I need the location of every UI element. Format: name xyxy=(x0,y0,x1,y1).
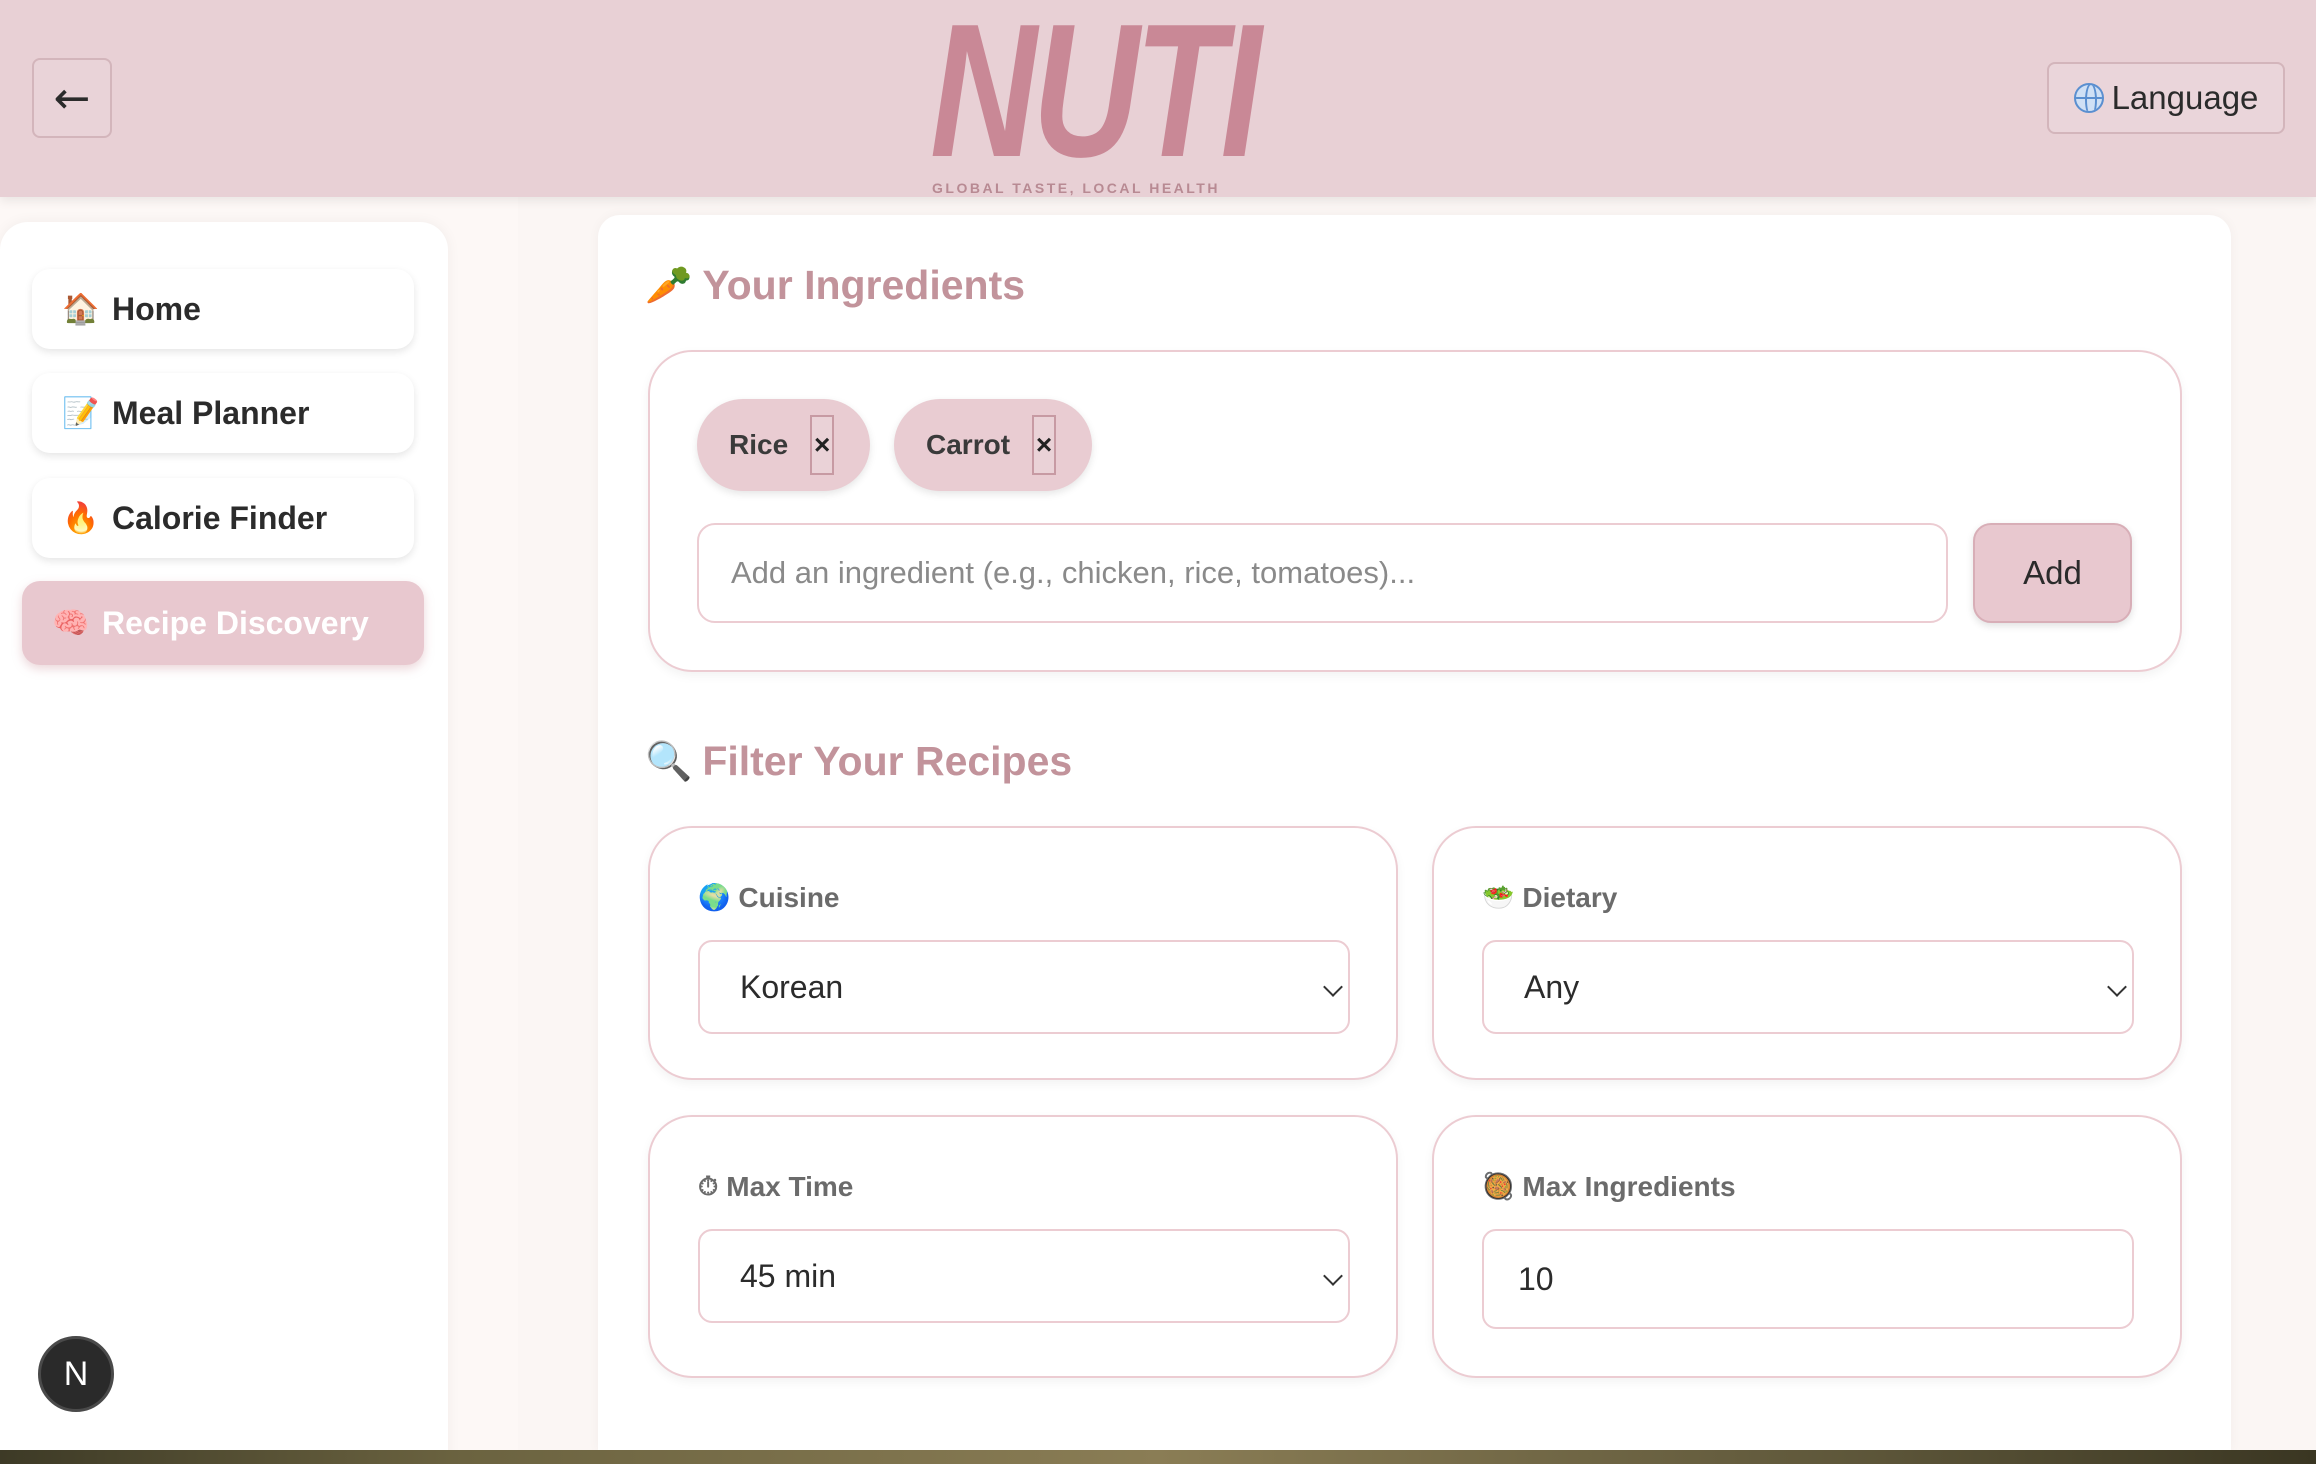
dietary-label: 🥗 Dietary xyxy=(1482,882,1617,914)
fire-icon: 🔥 xyxy=(62,500,100,536)
ingredient-input[interactable]: Add an ingredient (e.g., chicken, rice, … xyxy=(697,523,1948,623)
ingredients-title-text: Your Ingredients xyxy=(702,262,1026,308)
language-label: Language xyxy=(2111,79,2259,116)
magnifier-icon: 🔍 xyxy=(645,739,693,783)
remove-chip-button[interactable]: × xyxy=(810,415,835,475)
cuisine-value: Korean xyxy=(740,968,844,1005)
ingredient-chip-rice: Rice × xyxy=(697,399,870,491)
max-ingredients-label-text: Max Ingredients xyxy=(1522,1171,1736,1202)
back-arrow-icon: ← xyxy=(53,72,91,124)
chip-label: Rice xyxy=(729,429,789,460)
top-header: ← NUTI GLOBAL TASTE, LOCAL HEALTH Langua… xyxy=(0,0,2316,197)
pot-icon: 🥘 xyxy=(1482,1172,1515,1202)
dietary-value: Any xyxy=(1524,968,1580,1005)
back-button[interactable]: ← xyxy=(32,58,112,138)
brain-icon: 🧠 xyxy=(52,605,90,641)
language-button[interactable]: Language xyxy=(2047,62,2285,134)
salad-icon: 🥗 xyxy=(1482,883,1515,913)
logo-tagline: GLOBAL TASTE, LOCAL HEALTH xyxy=(932,180,1220,196)
sidebar-item-meal-planner[interactable]: 📝 Meal Planner xyxy=(32,373,414,453)
sidebar-item-label: Calorie Finder xyxy=(112,499,328,536)
max-ingredients-input[interactable]: 10 xyxy=(1482,1229,2134,1329)
cuisine-label-text: Cuisine xyxy=(738,882,840,913)
sidebar-item-label: Recipe Discovery xyxy=(102,604,369,641)
chevron-down-icon xyxy=(2107,977,2127,997)
bottom-background-strip xyxy=(0,1450,2316,1464)
max-time-filter-card: ⏱ Max Time 45 min xyxy=(648,1115,1398,1378)
cuisine-select[interactable]: Korean xyxy=(698,940,1350,1034)
ingredient-chip-carrot: Carrot × xyxy=(894,399,1092,491)
max-ingredients-label: 🥘 Max Ingredients xyxy=(1482,1171,1736,1203)
memo-icon: 📝 xyxy=(62,395,100,431)
remove-chip-button[interactable]: × xyxy=(1032,415,1057,475)
ingredient-input-placeholder: Add an ingredient (e.g., chicken, rice, … xyxy=(731,555,1416,590)
dietary-filter-card: 🥗 Dietary Any xyxy=(1432,826,2182,1080)
sidebar-item-label: Home xyxy=(112,290,201,327)
n-badge-button[interactable]: N xyxy=(38,1336,114,1412)
cuisine-filter-card: 🌍 Cuisine Korean xyxy=(648,826,1398,1080)
chevron-down-icon xyxy=(1323,1266,1343,1286)
carrot-icon: 🥕 xyxy=(645,263,693,307)
logo-text: NUTI xyxy=(930,0,1262,197)
chip-label: Carrot xyxy=(926,429,1011,460)
max-ingredients-filter-card: 🥘 Max Ingredients 10 xyxy=(1432,1115,2182,1378)
sidebar-item-home[interactable]: 🏠 Home xyxy=(32,269,414,349)
nuti-logo: NUTI GLOBAL TASTE, LOCAL HEALTH xyxy=(930,0,1280,197)
ingredients-section-title: 🥕 Your Ingredients xyxy=(645,262,1025,309)
globe-icon xyxy=(2073,83,2104,113)
add-ingredient-button[interactable]: Add xyxy=(1973,523,2132,623)
globe-earth-icon: 🌍 xyxy=(698,883,731,913)
dietary-select[interactable]: Any xyxy=(1482,940,2134,1034)
max-time-value: 45 min xyxy=(740,1257,837,1294)
max-time-label: ⏱ Max Time xyxy=(698,1171,853,1203)
ingredients-box xyxy=(648,350,2182,672)
max-time-select[interactable]: 45 min xyxy=(698,1229,1350,1323)
max-time-label-text: Max Time xyxy=(726,1171,854,1202)
stopwatch-icon: ⏱ xyxy=(698,1171,719,1202)
sidebar-item-label: Meal Planner xyxy=(112,394,310,431)
sidebar-item-recipe-discovery[interactable]: 🧠 Recipe Discovery xyxy=(22,581,424,665)
filter-title-text: Filter Your Recipes xyxy=(702,738,1073,784)
filter-section-title: 🔍 Filter Your Recipes xyxy=(645,738,1072,785)
sidebar-item-calorie-finder[interactable]: 🔥 Calorie Finder xyxy=(32,478,414,558)
chevron-down-icon xyxy=(1323,977,1343,997)
max-ingredients-value: 10 xyxy=(1518,1260,1554,1297)
dietary-label-text: Dietary xyxy=(1522,882,1618,913)
house-icon: 🏠 xyxy=(62,291,100,327)
cuisine-label: 🌍 Cuisine xyxy=(698,882,840,914)
